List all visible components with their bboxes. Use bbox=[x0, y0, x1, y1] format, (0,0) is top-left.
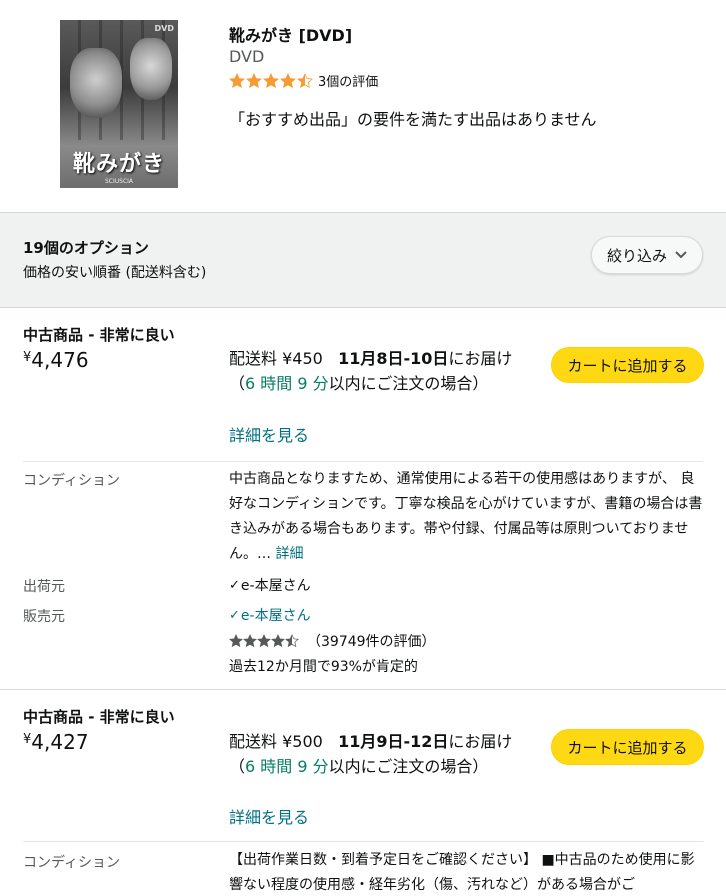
countdown: 6 時間 9 分 bbox=[245, 757, 329, 776]
product-rating[interactable]: 3個の評価 bbox=[229, 71, 378, 90]
product-format: DVD bbox=[229, 47, 265, 66]
divider bbox=[23, 461, 703, 462]
seller-rating[interactable]: （39749件の評価） bbox=[229, 631, 436, 651]
star-icon bbox=[257, 634, 271, 648]
star-rating-icons bbox=[229, 72, 314, 89]
seller-star-icons bbox=[229, 634, 299, 648]
sold-by-label: 販売元 bbox=[23, 609, 65, 625]
seller-positive-rate: 過去12か月間で93%が肯定的 bbox=[229, 659, 418, 675]
star-icon bbox=[271, 634, 285, 648]
offer-price: ¥4,427 bbox=[23, 730, 89, 754]
star-icon bbox=[243, 634, 257, 648]
star-icon bbox=[229, 72, 245, 88]
product-cover-image[interactable]: DVD 靴みがき SCIUSCIA bbox=[60, 20, 178, 188]
star-icon bbox=[246, 72, 262, 88]
countdown: 6 時間 9 分 bbox=[245, 374, 329, 393]
filter-label: 絞り込み bbox=[606, 246, 667, 265]
add-to-cart-button[interactable]: カートに追加する bbox=[551, 347, 704, 383]
sold-by-link[interactable]: ✓ e-本屋さん bbox=[229, 605, 311, 625]
divider bbox=[0, 689, 726, 690]
offer-condition: 中古商品 - 非常に良い bbox=[23, 326, 175, 344]
divider bbox=[23, 841, 703, 842]
ships-from-value: ✓ e-本屋さん bbox=[229, 577, 311, 595]
filter-button[interactable]: 絞り込み bbox=[591, 236, 703, 274]
offer-condition: 中古商品 - 非常に良い bbox=[23, 708, 175, 726]
condition-label: コンディション bbox=[23, 473, 121, 489]
cover-dvd-badge: DVD bbox=[154, 24, 174, 33]
add-to-cart-button[interactable]: カートに追加する bbox=[551, 729, 704, 765]
options-count: 19個のオプション bbox=[23, 239, 149, 257]
star-icon bbox=[280, 72, 296, 88]
check-icon: ✓ bbox=[229, 607, 240, 623]
featured-offer-note: 「おすすめ出品」の要件を満たす出品はありません bbox=[229, 110, 597, 129]
condition-description: 【出荷作業日数・到着予定日をご確認ください】 ■中古品のため使用に影響ない程度の… bbox=[229, 852, 695, 893]
check-icon: ✓ bbox=[229, 577, 240, 593]
shipping-info: 配送料 ¥450 11月8日-10日にお届け（6 時間 9 分以内にご注文の場合… bbox=[229, 349, 513, 393]
cover-figure-left bbox=[70, 48, 122, 118]
chevron-down-icon bbox=[675, 251, 687, 259]
star-icon bbox=[285, 634, 299, 648]
condition-more-link[interactable]: 詳細 bbox=[275, 546, 303, 562]
details-link[interactable]: 詳細を見る bbox=[229, 422, 309, 446]
cover-figure-right bbox=[130, 38, 172, 100]
condition-description: 中古商品となりますため、通常使用による若干の使用感はありますが、 良好なコンディ… bbox=[229, 471, 703, 562]
cover-title: 靴みがき bbox=[72, 152, 165, 177]
cover-subtitle: SCIUSCIA bbox=[104, 178, 134, 185]
sort-order-label: 価格の安い順番 (配送料含む) bbox=[23, 265, 207, 281]
offer-price: ¥4,476 bbox=[23, 348, 89, 372]
condition-label: コンディション bbox=[23, 855, 121, 871]
star-icon bbox=[297, 72, 313, 88]
rating-count[interactable]: 3個の評価 bbox=[318, 71, 378, 90]
shipping-info: 配送料 ¥500 11月9日-12日にお届け（6 時間 9 分以内にご注文の場合… bbox=[229, 732, 513, 776]
star-icon bbox=[229, 634, 243, 648]
product-title[interactable]: 靴みがき [DVD] bbox=[229, 22, 352, 46]
details-link[interactable]: 詳細を見る bbox=[229, 804, 309, 828]
ships-from-label: 出荷元 bbox=[23, 579, 65, 595]
star-icon bbox=[263, 72, 279, 88]
seller-rating-count: （39749件の評価） bbox=[307, 634, 436, 650]
